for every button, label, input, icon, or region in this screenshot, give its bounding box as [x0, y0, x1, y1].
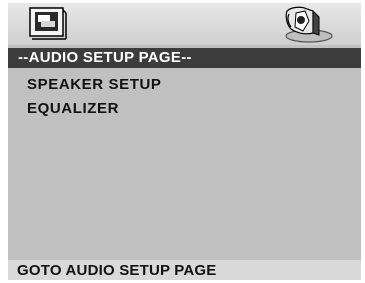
general-setup-icon[interactable] [29, 7, 67, 40]
status-bar: GOTO AUDIO SETUP PAGE [8, 260, 361, 280]
setup-tab-bar [8, 3, 361, 45]
menu-item-equalizer[interactable]: EQUALIZER [27, 100, 119, 117]
menu-item-speaker-setup[interactable]: SPEAKER SETUP [27, 76, 162, 93]
audio-setup-icon[interactable] [279, 5, 333, 45]
page-title: --AUDIO SETUP PAGE-- [8, 48, 361, 68]
dvd-setup-screen: --AUDIO SETUP PAGE-- SPEAKER SETUP EQUAL… [8, 3, 361, 280]
